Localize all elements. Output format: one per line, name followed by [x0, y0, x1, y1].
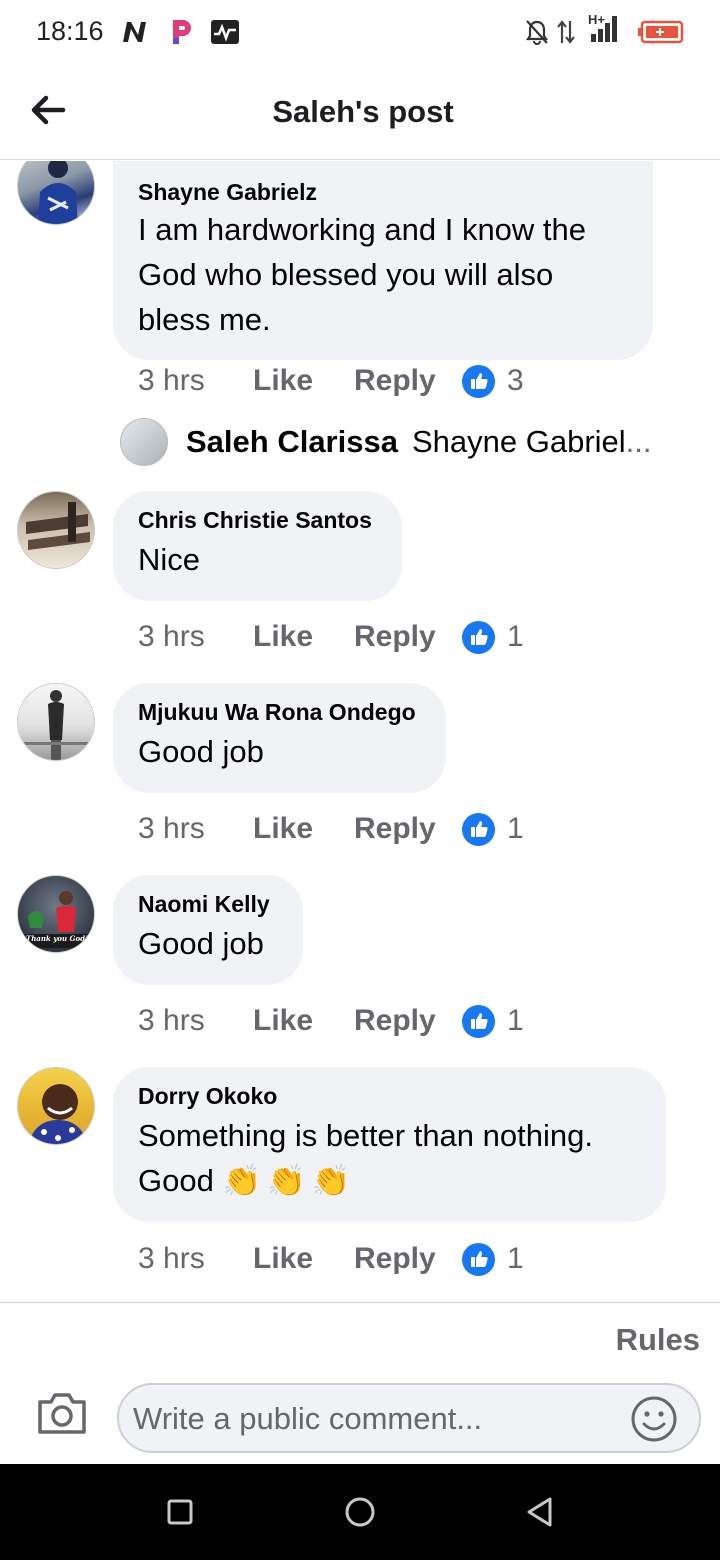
comment-bubble[interactable]: Dorry Okoko Something is better than not… [113, 1067, 666, 1222]
like-count: 3 [507, 364, 524, 397]
reaction-summary[interactable]: 1 [462, 620, 524, 654]
post-header: Saleh's post [0, 66, 720, 160]
reply-button[interactable]: Reply [354, 1242, 462, 1276]
avatar[interactable] [120, 418, 168, 466]
system-nav-bar [0, 1464, 720, 1560]
comment-actions: 3 hrs Like Reply 3 [138, 361, 524, 401]
rules-link[interactable]: Rules [616, 1322, 700, 1358]
comment-author[interactable]: Chris Christie Santos [138, 505, 376, 535]
signal-icon: H+ [584, 12, 626, 42]
comment-text: Good job [138, 734, 264, 769]
thumbs-up-icon [462, 1004, 495, 1038]
comment-text-line2: Good 👏👏👏 [138, 1158, 640, 1204]
status-bar: 18:16 H+ [0, 0, 720, 66]
reply-text: Shayne Gabriel [411, 424, 626, 459]
comment-actions: 3 hrs Like Reply 1 [138, 1239, 524, 1279]
like-count: 1 [507, 1004, 524, 1037]
avatar[interactable]: Thank you God! [17, 875, 95, 953]
comment-time[interactable]: 3 hrs [138, 364, 253, 398]
reply-button[interactable]: Reply [354, 364, 462, 398]
comment-time[interactable]: 3 hrs [138, 1004, 253, 1038]
comment-text: I am hardworking and I know the God who … [138, 212, 587, 337]
status-time: 18:16 [36, 16, 104, 46]
avatar[interactable] [17, 683, 95, 761]
like-count: 1 [507, 812, 524, 845]
like-button[interactable]: Like [253, 1242, 354, 1276]
p-app-icon [168, 18, 194, 46]
page-title: Saleh's post [272, 94, 454, 129]
back-triangle-icon[interactable] [518, 1490, 562, 1534]
comment-author[interactable]: Shayne Gabrielz [138, 177, 627, 207]
thumbs-up-icon [462, 620, 495, 654]
like-button[interactable]: Like [253, 620, 354, 654]
avatar[interactable] [17, 161, 95, 225]
divider [0, 1302, 720, 1303]
activity-icon [210, 18, 240, 46]
recents-square-icon[interactable] [158, 1490, 202, 1534]
clapping-hands-emoji: 👏👏👏 [222, 1163, 357, 1199]
avatar[interactable] [17, 491, 95, 569]
like-button[interactable]: Like [253, 1004, 354, 1038]
comment-time[interactable]: 3 hrs [138, 1242, 253, 1276]
comment-time[interactable]: 3 hrs [138, 620, 253, 654]
thumbs-up-icon [462, 1242, 495, 1276]
thumbs-up-icon [462, 364, 495, 398]
comment-text: Something is better than nothing. [138, 1118, 593, 1153]
comment-bubble[interactable]: Naomi Kelly Good job [113, 875, 303, 985]
comment-actions: 3 hrs Like Reply 1 [138, 1001, 524, 1041]
comment-bubble[interactable]: Chris Christie Santos Nice [113, 491, 402, 601]
camera-icon[interactable] [36, 1390, 88, 1438]
comment-text: Nice [138, 542, 201, 577]
bell-off-icon [524, 18, 550, 46]
comment-input[interactable]: Write a public comment... [117, 1383, 701, 1453]
reply-button[interactable]: Reply [354, 1004, 462, 1038]
smiley-icon[interactable] [629, 1394, 679, 1444]
reply-button[interactable]: Reply [354, 812, 462, 846]
avatar[interactable] [17, 1067, 95, 1145]
comment-actions: 3 hrs Like Reply 1 [138, 809, 524, 849]
comment-time[interactable]: 3 hrs [138, 812, 253, 846]
reply-button[interactable]: Reply [354, 620, 462, 654]
comments-list[interactable]: Shayne Gabrielz I am hardworking and I k… [0, 161, 720, 1301]
comment-text: Good job [138, 926, 264, 961]
reply-ellipsis: ... [625, 424, 652, 459]
reply-preview[interactable]: Saleh Clarissa Shayne Gabriel ... [120, 417, 652, 467]
like-button[interactable]: Like [253, 812, 354, 846]
reaction-summary[interactable]: 1 [462, 1242, 524, 1276]
reaction-summary[interactable]: 1 [462, 1004, 524, 1038]
comment-text-word: Good [138, 1163, 214, 1198]
avatar-caption: Thank you God! [26, 934, 89, 943]
like-button[interactable]: Like [253, 364, 354, 398]
like-count: 1 [507, 1242, 524, 1275]
comment-author[interactable]: Naomi Kelly [138, 889, 277, 919]
thumbs-up-icon [462, 812, 495, 846]
n-app-icon [120, 18, 152, 46]
reply-author[interactable]: Saleh Clarissa [186, 424, 398, 460]
battery-icon [638, 18, 684, 46]
comment-bubble[interactable]: Mjukuu Wa Rona Ondego Good job [113, 683, 446, 793]
reaction-summary[interactable]: 3 [462, 364, 524, 398]
comment-placeholder: Write a public comment... [133, 1401, 483, 1436]
home-circle-icon[interactable] [338, 1490, 382, 1534]
like-count: 1 [507, 620, 524, 653]
comment-actions: 3 hrs Like Reply 1 [138, 617, 524, 657]
comment-author[interactable]: Mjukuu Wa Rona Ondego [138, 697, 420, 727]
comment-bubble[interactable]: Shayne Gabrielz I am hardworking and I k… [113, 161, 653, 360]
data-arrows-icon [554, 18, 578, 46]
network-label: H+ [588, 12, 605, 27]
comment-author[interactable]: Dorry Okoko [138, 1081, 640, 1111]
reaction-summary[interactable]: 1 [462, 812, 524, 846]
